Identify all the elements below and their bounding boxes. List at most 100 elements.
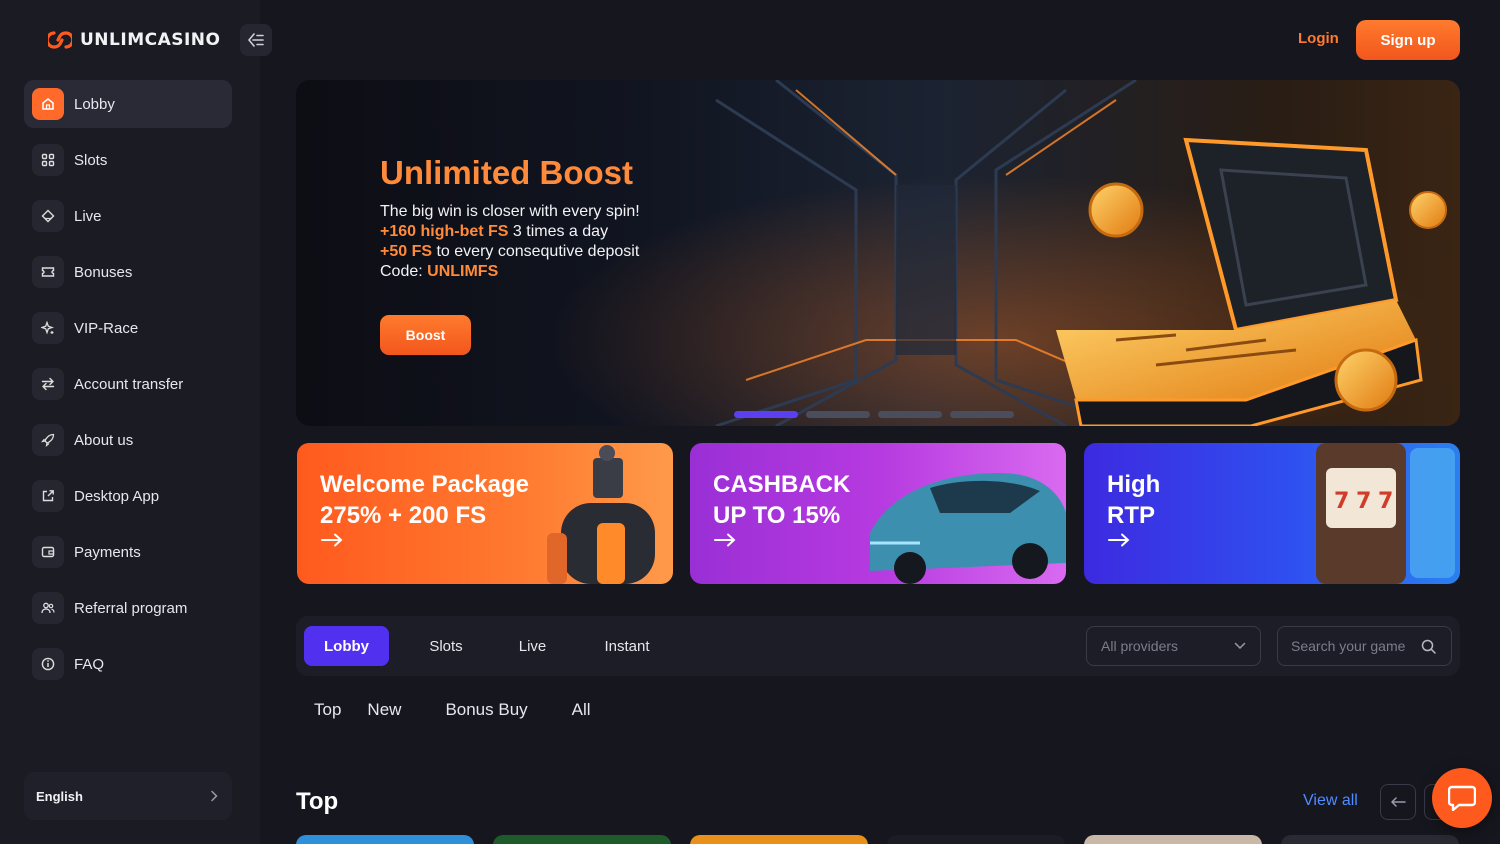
game-thumbnail[interactable] [493, 835, 671, 844]
hero-line-4: Code: UNLIMFS [380, 263, 498, 281]
sidebar: UNLIMCASINO Lobby Slots Live Bonuses VIP… [0, 0, 272, 844]
promo-card-cashback[interactable]: CASHBACK UP TO 15% [690, 443, 1066, 584]
logo-text: UNLIMCASINO [80, 30, 221, 50]
sidebar-item-label: Referral program [74, 599, 188, 617]
language-selector[interactable]: English [24, 772, 232, 820]
tab-lobby[interactable]: Lobby [304, 626, 389, 666]
sparkle-icon [32, 312, 64, 344]
game-thumbnails [296, 835, 1459, 844]
hero-highlight: +50 FS [380, 243, 433, 260]
search-box [1277, 626, 1452, 666]
promo-title: High RTP [1107, 469, 1160, 531]
promo-card-welcome-package[interactable]: Welcome Package 275% + 200 FS [297, 443, 673, 584]
sub-tabs: Top New Bonus Buy All [296, 700, 617, 726]
sidebar-item-desktop-app[interactable]: Desktop App [24, 472, 232, 520]
game-category-bar: Lobby Slots Live Instant All providers [296, 616, 1460, 676]
transfer-icon [32, 368, 64, 400]
promo-title-line: High [1107, 471, 1161, 498]
suitcase-illustration [1056, 137, 1447, 426]
signup-button[interactable]: Sign up [1356, 20, 1460, 60]
sidebar-item-label: Lobby [74, 95, 115, 113]
sidebar-item-about-us[interactable]: About us [24, 416, 232, 464]
sidebar-item-label: FAQ [74, 655, 105, 673]
collapse-sidebar-button[interactable] [240, 24, 272, 56]
prev-button[interactable] [1380, 784, 1416, 820]
arrow-right-icon [714, 533, 736, 552]
sidebar-item-referral-program[interactable]: Referral program [24, 584, 232, 632]
logo-icon [48, 31, 72, 49]
promo-title: CASHBACK UP TO 15% [713, 469, 850, 531]
sidebar-item-slots[interactable]: Slots [24, 136, 232, 184]
carousel-dot[interactable] [878, 411, 942, 418]
sidebar-item-payments[interactable]: Payments [24, 528, 232, 576]
hero-code-prefix: Code: [380, 263, 428, 280]
search-icon[interactable] [1421, 639, 1436, 654]
promo-title: Welcome Package 275% + 200 FS [320, 469, 529, 531]
home-icon [32, 88, 64, 120]
subtab-all[interactable]: All [572, 700, 591, 726]
info-icon [32, 648, 64, 680]
external-link-icon [32, 480, 64, 512]
sidebar-item-label: Payments [74, 543, 141, 561]
grid-icon [32, 144, 64, 176]
subtab-top[interactable]: Top [314, 700, 341, 726]
sidebar-item-vip-race[interactable]: VIP-Race [24, 304, 232, 352]
sidebar-item-label: About us [74, 431, 134, 449]
hero-line-3: +50 FS to every consequtive deposit [380, 243, 639, 261]
sidebar-item-label: Slots [74, 151, 108, 169]
carousel-dot[interactable] [734, 411, 798, 418]
sidebar-item-lobby[interactable]: Lobby [24, 80, 232, 128]
chevron-down-icon [1234, 642, 1246, 650]
chevron-right-icon [211, 790, 218, 802]
hero-line-1: The big win is closer with every spin! [380, 203, 640, 220]
language-label: English [36, 788, 83, 804]
game-thumbnail[interactable] [887, 835, 1065, 844]
promo-card-high-rtp[interactable]: 7 7 7 High RTP [1084, 443, 1460, 584]
promo-code: UNLIMFS [427, 263, 499, 280]
slot-machine-illustration: 7 7 7 [1316, 443, 1455, 584]
sidebar-nav: Lobby Slots Live Bonuses VIP-Race Accoun… [24, 80, 232, 696]
boost-button[interactable]: Boost [380, 315, 471, 355]
sidebar-item-label: Desktop App [74, 487, 160, 505]
providers-dropdown[interactable]: All providers [1086, 626, 1261, 666]
promo-title-line: RTP [1107, 502, 1155, 529]
tab-slots[interactable]: Slots [409, 626, 483, 666]
search-input[interactable] [1291, 638, 1421, 654]
arrow-left-icon [1390, 797, 1406, 807]
sidebar-item-label: Live [74, 207, 102, 225]
game-thumbnail[interactable] [1281, 835, 1459, 844]
subtab-bonus-buy[interactable]: Bonus Buy [445, 700, 527, 726]
diamond-icon [32, 200, 64, 232]
collapse-menu-icon [248, 33, 264, 47]
ticket-icon [32, 256, 64, 288]
view-all-link[interactable]: View all [1303, 792, 1358, 810]
carousel-dot[interactable] [806, 411, 870, 418]
chat-icon [1448, 785, 1476, 811]
logo[interactable]: UNLIMCASINO [48, 28, 221, 52]
login-link[interactable]: Login [1298, 30, 1339, 47]
hero-title: Unlimited Boost [380, 154, 633, 191]
svg-text:7: 7 [1334, 489, 1349, 514]
game-thumbnail[interactable] [1084, 835, 1262, 844]
game-thumbnail[interactable] [690, 835, 868, 844]
sidebar-item-faq[interactable]: FAQ [24, 640, 232, 688]
section-title: Top [296, 788, 339, 815]
live-chat-button[interactable] [1432, 768, 1492, 828]
hero-banner[interactable]: Unlimited Boost The big win is closer wi… [296, 80, 1460, 426]
sidebar-item-account-transfer[interactable]: Account transfer [24, 360, 232, 408]
sidebar-item-label: Account transfer [74, 375, 184, 393]
gas-cylinder-illustration [547, 445, 655, 584]
game-thumbnail[interactable] [296, 835, 474, 844]
tab-live[interactable]: Live [501, 626, 564, 666]
promo-title-line: CASHBACK [713, 471, 851, 498]
svg-text:7: 7 [1356, 489, 1371, 514]
carousel-dot[interactable] [950, 411, 1014, 418]
sidebar-item-label: Bonuses [74, 263, 133, 281]
tab-instant[interactable]: Instant [586, 626, 668, 666]
sidebar-item-bonuses[interactable]: Bonuses [24, 248, 232, 296]
subtab-new[interactable]: New [367, 700, 401, 726]
arrow-right-icon [1108, 533, 1130, 552]
sidebar-item-live[interactable]: Live [24, 192, 232, 240]
promo-title-line: Welcome Package [320, 471, 530, 498]
users-icon [32, 592, 64, 624]
